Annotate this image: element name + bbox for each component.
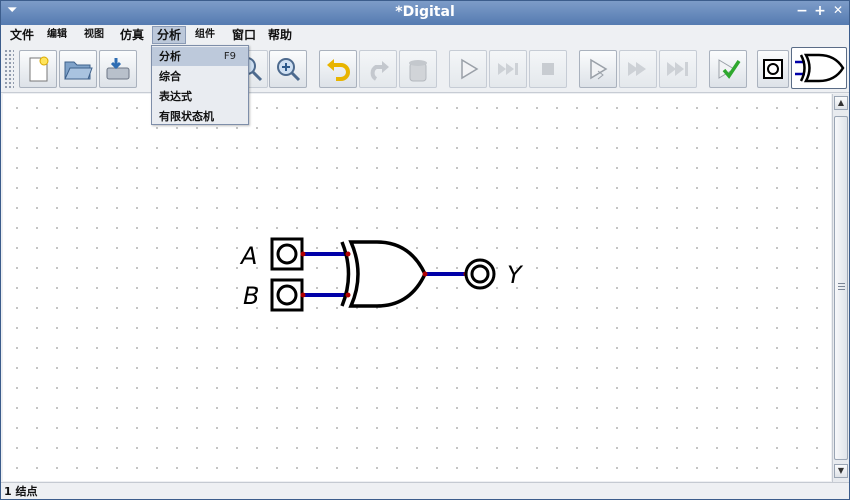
zoom-in-button[interactable] [269,50,307,88]
pin-gate-in1 [345,251,351,257]
undo-icon [327,59,350,81]
step-gate-icon [590,58,608,80]
open-button[interactable] [59,50,97,88]
app-window: ⏷ *Digital − + ✕ 文件 编辑 视图 仿真 分析 组件 窗口 帮助 [0,0,850,500]
menu-window[interactable]: 窗口 [228,26,260,44]
menu-item-synthesis-label: 综合 [159,70,181,83]
input-b-label: B [243,282,259,310]
menu-item-synthesis[interactable]: 综合 [152,67,248,86]
xor-gate-button[interactable] [791,47,847,89]
micro-step-button[interactable] [579,50,617,88]
step-forward-icon [498,63,518,75]
delete-icon [409,60,427,82]
step-button[interactable] [489,50,527,88]
stop-icon [542,63,554,75]
scroll-up-icon[interactable]: ▲ [834,96,848,110]
stop-button[interactable] [529,50,567,88]
open-folder-icon [64,61,93,80]
output-y[interactable] [464,258,496,290]
test-check-icon [718,59,741,79]
status-bar: 1 结点 [1,482,849,499]
toolbar-grip[interactable] [4,49,14,89]
menu-item-analysis[interactable]: 分析 F9 [152,47,248,66]
toolbar [1,45,849,93]
menu-item-analysis-label: 分析 [159,50,181,63]
input-b[interactable] [270,278,304,312]
minimize-button[interactable]: − [795,3,809,19]
menu-item-expression-label: 表达式 [159,90,192,103]
input-a-label: A [239,242,257,270]
xor-gate-icon [795,53,845,83]
vertical-scrollbar[interactable]: ▲ ▼ [832,94,849,482]
pin-b-out [300,292,306,298]
pin-gate-in2 [345,292,351,298]
menu-analysis[interactable]: 分析 [152,26,187,44]
menu-item-fsm[interactable]: 有限状态机 [152,107,248,126]
menu-help[interactable]: 帮助 [264,26,296,44]
new-file-button[interactable] [19,50,57,88]
circuit-canvas[interactable]: A B Y [3,94,831,481]
menu-item-analysis-shortcut: F9 [223,51,236,62]
scroll-down-icon[interactable]: ▼ [834,464,848,478]
run-tests-button[interactable] [709,50,747,88]
scrollbar-thumb[interactable] [834,116,848,460]
save-button[interactable] [99,50,137,88]
zoom-in-icon [277,58,301,82]
new-file-icon [29,56,49,82]
run-to-end-icon [667,62,688,76]
run-to-break-icon [628,62,646,76]
menu-simulation[interactable]: 仿真 [116,26,148,44]
menu-bar: 文件 编辑 视图 仿真 分析 组件 窗口 帮助 [1,25,849,45]
menu-file[interactable]: 文件 [6,26,38,44]
undo-button[interactable] [319,50,357,88]
play-icon [461,58,479,80]
redo-button[interactable] [359,50,397,88]
window-title: *Digital [395,4,455,20]
close-button[interactable]: ✕ [831,3,845,17]
input-element-icon [763,59,783,79]
pin-a-out [300,251,306,257]
input-a[interactable] [270,237,304,271]
redo-icon [370,61,389,81]
menu-view[interactable]: 视图 [80,26,108,44]
maximize-button[interactable]: + [813,3,827,19]
run-to-break-button[interactable] [619,50,657,88]
menu-edit[interactable]: 编辑 [43,26,71,44]
delete-button[interactable] [399,50,437,88]
output-y-label: Y [507,261,524,289]
menu-item-expression[interactable]: 表达式 [152,87,248,106]
menu-item-fsm-label: 有限状态机 [159,110,214,123]
run-to-end-button[interactable] [659,50,697,88]
start-simulation-button[interactable] [449,50,487,88]
xor-gate[interactable] [340,240,427,308]
analysis-menu-dropdown: 分析 F9 综合 表达式 有限状态机 [151,45,249,125]
title-bar: ⏷ *Digital − + ✕ [1,1,849,25]
circuit-diagram: A B Y [239,237,524,312]
input-element-button[interactable] [757,50,789,88]
pin-gate-out [422,271,428,277]
menu-components[interactable]: 组件 [191,26,219,44]
save-icon [106,58,130,80]
